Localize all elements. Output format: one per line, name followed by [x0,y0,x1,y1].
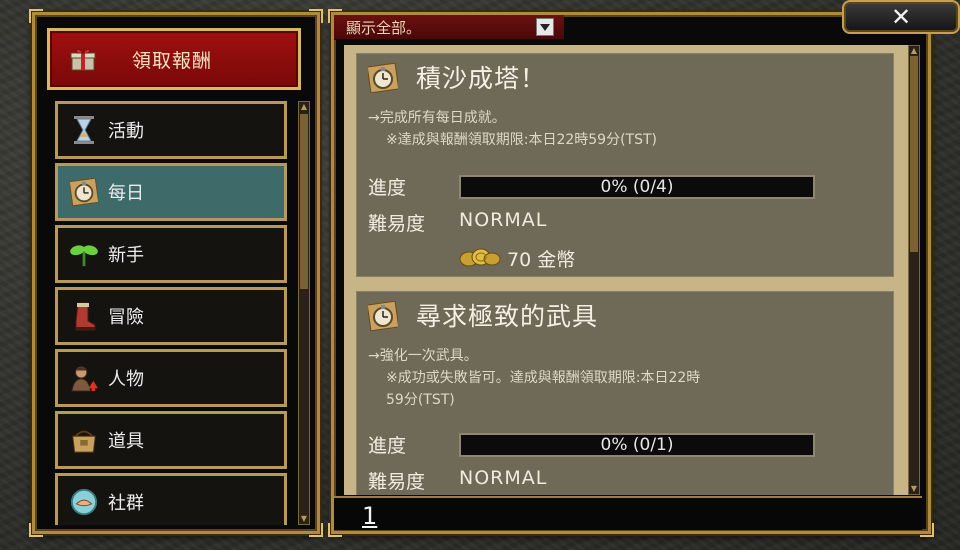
category-label: 道具 [108,431,144,452]
sprout-icon [70,239,98,269]
pocket-watch-icon [366,300,400,332]
progress-bar: 0% (0/4) [459,175,815,199]
difficulty-value: NORMAL [459,467,548,489]
character-icon [70,363,98,393]
satchel-icon [70,425,98,455]
category-label: 社群 [108,493,144,514]
scrollbar-thumb[interactable] [910,56,918,252]
difficulty-label: 難易度 [368,213,426,235]
gift-icon [70,47,96,71]
quest-description: →強化一次武具。 [368,348,478,364]
scroll-up-icon[interactable]: ▲ [299,102,309,112]
category-label: 每日 [108,183,144,204]
category-label: 活動 [108,121,144,142]
category-panel: 領取報酬 活動 每日 新手 冒險 人物 道具 社群 ▲ ▼ [29,9,323,537]
quest-title: 積沙成塔！ [416,64,547,93]
claim-reward-label: 領取報酬 [132,49,213,72]
quest-description: →完成所有每日成就。 [368,110,506,126]
category-list: 活動 每日 新手 冒險 人物 道具 社群 [55,101,293,525]
page-number-link[interactable]: 1 [362,502,377,530]
quest-note: ※達成與報酬領取期限:本日22時59分(TST) [386,132,657,148]
scroll-down-icon[interactable]: ▼ [909,484,919,494]
category-adventure[interactable]: 冒險 [55,287,287,345]
progress-label: 進度 [368,435,407,457]
quest-panel: 顯示全部。 積沙成塔！ →完成所有每日成就。 ※達成與報酬領取期限:本日22時5… [328,9,934,537]
category-scrollbar[interactable]: ▲ ▼ [298,101,310,525]
scrollbar-thumb[interactable] [300,114,308,289]
pocket-watch-icon [366,62,400,94]
category-event[interactable]: 活動 [55,101,287,159]
category-label: 新手 [108,245,144,266]
progress-text: 0% (0/1) [600,435,674,455]
quest-card: 積沙成塔！ →完成所有每日成就。 ※達成與報酬領取期限:本日22時59分(TST… [356,53,894,277]
pocket-watch-icon [70,177,98,207]
difficulty-label: 難易度 [368,471,426,493]
frame-corner [309,523,323,537]
quest-card: 尋求極致的武具 →強化一次武具。 ※成功或失敗皆可。達成與報酬領取期限:本日22… [356,291,894,495]
category-label: 冒險 [108,307,144,328]
category-item[interactable]: 道具 [55,411,287,469]
quest-list: 積沙成塔！ →完成所有每日成就。 ※達成與報酬領取期限:本日22時59分(TST… [344,45,909,495]
filter-value: 顯示全部。 [346,18,422,37]
quest-note: 59分(TST) [386,392,455,408]
filter-dropdown[interactable]: 顯示全部。 [334,15,564,40]
claim-reward-button[interactable]: 領取報酬 [47,28,301,90]
close-icon: ✕ [890,3,912,31]
reward-amount: 70 金幣 [507,249,576,271]
progress-bar: 0% (0/1) [459,433,815,457]
quest-reward: 70 金幣 [459,245,575,272]
boot-icon [70,301,98,331]
quest-title: 尋求極致的武具 [416,302,599,331]
quest-note: ※成功或失敗皆可。達成與報酬領取期限:本日22時 [386,370,701,386]
difficulty-value: NORMAL [459,209,548,231]
quest-scrollbar[interactable]: ▲ ▼ [908,45,920,495]
frame-corner [920,523,934,537]
progress-text: 0% (0/4) [600,177,674,197]
frame-corner [309,9,323,23]
pagination-bar: 1 [334,496,922,530]
category-community[interactable]: 社群 [55,473,287,525]
scroll-up-icon[interactable]: ▲ [909,46,919,56]
frame-corner [29,9,43,23]
category-label: 人物 [108,369,144,390]
close-button[interactable]: ✕ [842,0,960,34]
handshake-icon [70,487,98,517]
hourglass-icon [70,115,98,145]
scroll-down-icon[interactable]: ▼ [299,514,309,524]
gold-coins-icon [459,246,501,272]
category-beginner[interactable]: 新手 [55,225,287,283]
category-character[interactable]: 人物 [55,349,287,407]
progress-label: 進度 [368,177,407,199]
dropdown-arrow-icon[interactable] [536,18,554,36]
category-daily[interactable]: 每日 [55,163,287,221]
frame-corner [29,523,43,537]
